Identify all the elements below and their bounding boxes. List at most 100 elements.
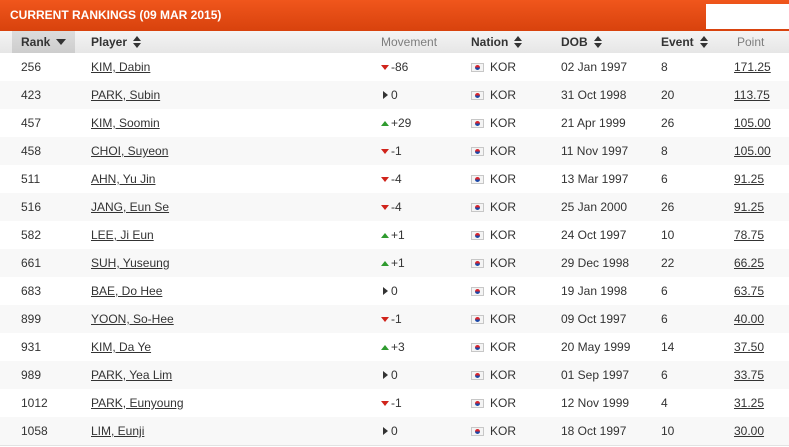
player-link[interactable]: YOON, So-Hee	[91, 312, 174, 326]
point-link[interactable]: 31.25	[734, 396, 764, 410]
rankings-banner: CURRENT RANKINGS (09 MAR 2015)	[0, 0, 789, 31]
korea-flag-icon	[471, 286, 484, 296]
rank-cell: 458	[21, 144, 42, 158]
point-link[interactable]: 66.25	[734, 256, 764, 270]
player-link[interactable]: AHN, Yu Jin	[91, 172, 155, 186]
movement-down-icon	[381, 316, 389, 322]
banner-search-box[interactable]	[706, 4, 789, 29]
player-link[interactable]: SUH, Yuseung	[91, 256, 170, 270]
table-row: 458 CHOI, Suyeon -1 KOR 11 Nov 1997 8 10…	[0, 137, 789, 166]
rank-cell: 516	[21, 200, 42, 214]
nation-code: KOR	[490, 284, 517, 298]
event-cell: 14	[661, 340, 675, 354]
movement-up-icon	[381, 120, 389, 126]
nation-cell: KOR	[471, 60, 516, 74]
event-cell: 20	[661, 88, 675, 102]
korea-flag-icon	[471, 370, 484, 380]
korea-flag-icon	[471, 146, 484, 156]
nation-header-label: Nation	[471, 35, 509, 49]
point-link[interactable]: 40.00	[734, 312, 764, 326]
player-link[interactable]: PARK, Eunyoung	[91, 396, 184, 410]
nation-cell: KOR	[471, 284, 516, 298]
movement-column-header: Movement	[381, 35, 437, 49]
point-column-header: Point	[737, 35, 764, 49]
player-link[interactable]: KIM, Soomin	[91, 116, 160, 130]
event-header-label: Event	[661, 35, 694, 49]
point-link[interactable]: 37.50	[734, 340, 764, 354]
table-row: 1012 PARK, Eunyoung -1 KOR 12 Nov 1999 4…	[0, 389, 789, 418]
nation-code: KOR	[490, 116, 517, 130]
dob-header-label: DOB	[561, 35, 588, 49]
movement-value: +29	[391, 116, 412, 130]
table-row: 683 BAE, Do Hee 0 KOR 19 Jan 1998 6 63.7…	[0, 277, 789, 306]
table-row: 931 KIM, Da Ye +3 KOR 20 May 1999 14 37.…	[0, 333, 789, 362]
player-link[interactable]: BAE, Do Hee	[91, 284, 162, 298]
nation-cell: KOR	[471, 144, 516, 158]
page-title: CURRENT RANKINGS (09 MAR 2015)	[10, 8, 222, 22]
point-link[interactable]: 30.00	[734, 424, 764, 438]
nation-cell: KOR	[471, 424, 516, 438]
nation-cell: KOR	[471, 396, 516, 410]
movement-header-label: Movement	[381, 35, 438, 49]
table-row: 516 JANG, Eun Se -4 KOR 25 Jan 2000 26 9…	[0, 193, 789, 222]
player-link[interactable]: PARK, Yea Lim	[91, 368, 172, 382]
nation-cell: KOR	[471, 172, 516, 186]
movement-value: -1	[391, 396, 402, 410]
nation-column-header[interactable]: Nation	[471, 35, 523, 49]
movement-value: +1	[391, 256, 405, 270]
rank-cell: 899	[21, 312, 42, 326]
movement-value: -86	[391, 60, 409, 74]
movement-value: +1	[391, 228, 405, 242]
player-link[interactable]: KIM, Da Ye	[91, 340, 151, 354]
movement-cell: +1	[381, 256, 405, 270]
rank-cell: 1012	[21, 396, 48, 410]
rank-cell: 423	[21, 88, 42, 102]
event-cell: 10	[661, 228, 675, 242]
player-link[interactable]: KIM, Dabin	[91, 60, 150, 74]
movement-cell: -86	[381, 60, 408, 74]
player-column-header[interactable]: Player	[91, 35, 142, 49]
point-link[interactable]: 113.75	[734, 88, 770, 102]
sort-icon	[514, 36, 523, 48]
point-link[interactable]: 171.25	[734, 60, 771, 74]
event-cell: 10	[661, 424, 675, 438]
nation-cell: KOR	[471, 228, 516, 242]
korea-flag-icon	[471, 118, 484, 128]
movement-cell: -4	[381, 200, 402, 214]
movement-up-icon	[381, 232, 389, 238]
point-link[interactable]: 91.25	[734, 172, 764, 186]
korea-flag-icon	[471, 426, 484, 436]
point-link[interactable]: 78.75	[734, 228, 764, 242]
point-header-label: Point	[737, 35, 765, 49]
korea-flag-icon	[471, 62, 484, 72]
point-link[interactable]: 91.25	[734, 200, 764, 214]
point-link[interactable]: 33.75	[734, 368, 764, 382]
dob-column-header[interactable]: DOB	[561, 35, 603, 49]
player-link[interactable]: PARK, Subin	[91, 88, 160, 102]
movement-down-icon	[381, 400, 389, 406]
event-cell: 6	[661, 368, 668, 382]
dob-cell: 31 Oct 1998	[561, 88, 627, 102]
nation-cell: KOR	[471, 116, 516, 130]
movement-value: -1	[391, 144, 402, 158]
rank-column-header[interactable]: Rank	[21, 35, 67, 49]
korea-flag-icon	[471, 342, 484, 352]
player-link[interactable]: LEE, Ji Eun	[91, 228, 154, 242]
nation-code: KOR	[490, 144, 517, 158]
player-link[interactable]: JANG, Eun Se	[91, 200, 169, 214]
player-link[interactable]: CHOI, Suyeon	[91, 144, 168, 158]
dob-cell: 19 Jan 1998	[561, 284, 628, 298]
dob-cell: 02 Jan 1997	[561, 60, 628, 74]
movement-cell: 0	[381, 424, 398, 438]
rank-cell: 989	[21, 368, 42, 382]
point-link[interactable]: 105.00	[734, 144, 771, 158]
player-link[interactable]: LIM, Eunji	[91, 424, 144, 438]
nation-cell: KOR	[471, 88, 516, 102]
nation-code: KOR	[490, 340, 517, 354]
movement-up-icon	[381, 260, 389, 266]
point-link[interactable]: 63.75	[734, 284, 764, 298]
point-link[interactable]: 105.00	[734, 116, 771, 130]
event-column-header[interactable]: Event	[661, 35, 709, 49]
movement-same-icon	[383, 427, 388, 435]
event-cell: 6	[661, 172, 668, 186]
